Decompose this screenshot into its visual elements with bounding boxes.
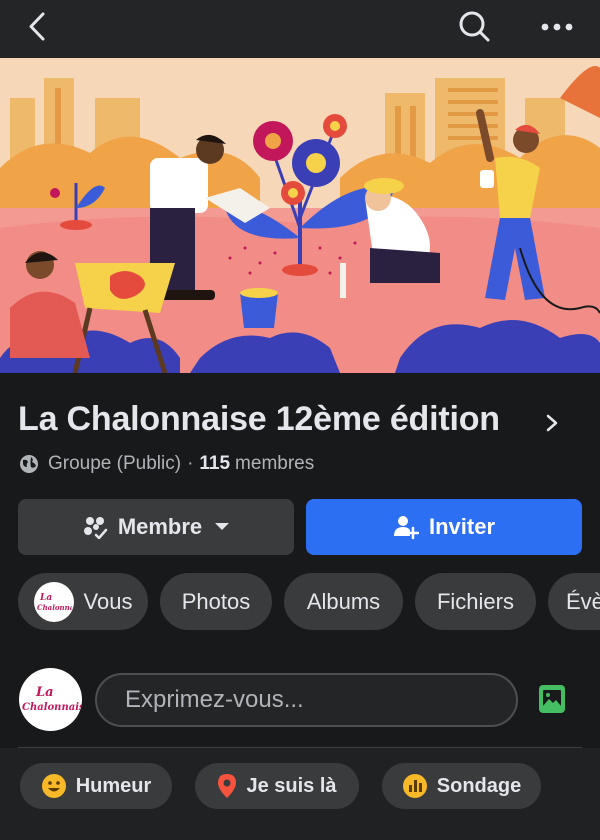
svg-text:La: La [39,593,52,603]
poll-button[interactable]: Sondage [382,763,541,809]
member-count[interactable]: 115 [199,453,230,475]
tab-photos[interactable]: Photos [160,573,272,630]
avatar[interactable]: La Chalonnaise [19,668,82,731]
group-logo-mini: La Chalonnaise [33,581,74,622]
caret-down-icon [215,523,230,530]
mood-button[interactable]: Humeur [20,763,172,809]
member-word[interactable]: membres [235,453,314,475]
group-privacy: Groupe (Public) [48,453,182,474]
tab-you-label: Vous [83,588,133,614]
checkin-button[interactable]: Je suis là [195,763,359,809]
tab-you[interactable]: La Chalonnaise Vous [18,573,148,630]
poll-label: Sondage [436,774,522,797]
invite-button-label: Inviter [428,514,496,539]
chevron-right-icon[interactable] [543,412,561,434]
invite-button[interactable]: Inviter [306,499,582,555]
svg-text:La: La [35,685,54,700]
location-pin-icon [218,774,237,798]
poll-icon [402,774,427,798]
checkin-label: Je suis là [246,774,337,797]
svg-text:Chalonnaise: Chalonnaise [37,603,72,612]
svg-text:Chalonnaise: Chalonnaise [22,702,82,713]
members-icon [83,517,108,539]
member-button-label: Membre [117,514,203,539]
tab-events-label: Évè [566,588,600,614]
search-icon[interactable] [455,7,495,47]
group-title[interactable]: La Chalonnaise 12ème édition [18,400,500,438]
composer-actions: Humeur Je suis là Sondage [0,748,600,840]
add-person-icon [393,516,419,540]
mood-label: Humeur [75,774,152,797]
globe-icon [20,455,38,473]
tab-photos-label: Photos [181,588,251,614]
tab-events[interactable]: Évè [548,573,600,630]
group-meta: Groupe (Public) · 115 membres [19,451,314,477]
tab-files-label: Fichiers [436,588,514,614]
smiley-icon [41,774,66,798]
tab-albums-label: Albums [306,588,381,614]
composer-placeholder: Exprimez-vous... [125,686,304,713]
top-app-bar [0,0,600,58]
tab-albums[interactable]: Albums [284,573,403,630]
more-dots-icon[interactable] [536,12,580,42]
tab-files[interactable]: Fichiers [415,573,536,630]
photo-icon[interactable] [538,684,566,714]
cover-illustration [0,58,600,373]
meta-separator: · [187,453,194,474]
group-tabs: La Chalonnaise Vous Photos Albums Fichie… [18,573,600,630]
group-title-row[interactable]: La Chalonnaise 12ème édition [18,400,578,444]
member-button[interactable]: Membre [18,499,294,555]
cover-photo[interactable] [0,58,600,373]
composer-input[interactable]: Exprimez-vous... [95,673,518,727]
back-arrow-icon[interactable] [22,9,58,45]
